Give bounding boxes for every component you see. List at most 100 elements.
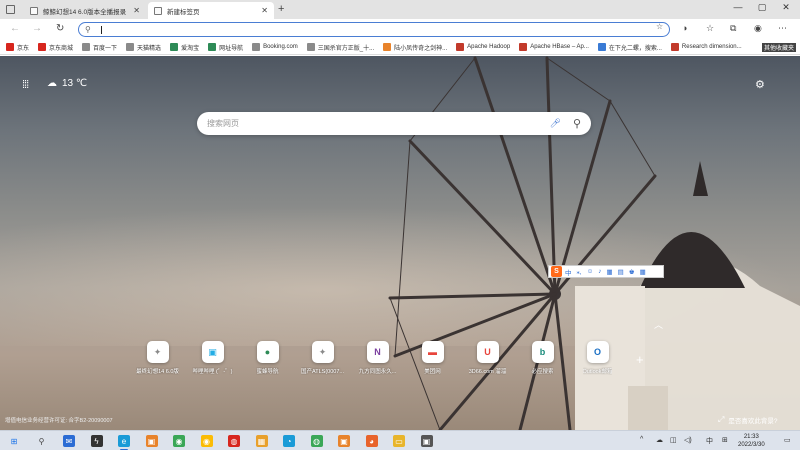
quick-link-tile[interactable]: U 3D66.com 溜溜 [460,341,515,375]
background-feedback[interactable]: ⤢ 是否喜欢此背景? [718,415,778,425]
app-icon[interactable]: ϟ [90,435,103,447]
web-search-box[interactable]: 🎤︎ ⚲ [197,112,591,135]
profile-icon[interactable]: ◉ [754,23,762,34]
ime-tool-icon[interactable]: ♪ [598,268,601,275]
favorite-star-icon[interactable]: ☆ [656,22,663,31]
qq-browser-icon[interactable]: ◔ [283,435,295,447]
other-favorites[interactable]: 其他收藏夹 [761,43,796,52]
bookmark-item[interactable]: 网址导航 [208,43,243,52]
new-tab-plus-icon[interactable]: + [278,3,284,15]
quick-link-tile[interactable]: N 九方同图永久... [350,341,405,375]
weibo-icon[interactable]: ◍ [228,435,240,447]
collections-icon[interactable]: ⧉ [730,23,736,34]
bookmark-item[interactable]: 百度一下 [82,43,117,52]
notifications-icon[interactable]: ▭ [784,436,791,444]
quick-link-tile[interactable]: ✦ 国产ATLS(0007... [295,341,350,375]
web-search-input[interactable] [207,119,550,128]
search-submit-icon[interactable]: ⚲ [573,117,581,130]
bookmark-item[interactable]: 爱淘宝 [170,43,199,52]
extension-icon[interactable]: ◑ [682,23,687,33]
volume-icon[interactable]: ◁) [684,436,692,444]
bookmark-item[interactable]: Booking.com [252,43,298,51]
add-quick-link-icon[interactable]: + [636,352,644,367]
forward-arrow-icon[interactable]: → [32,23,42,34]
tab-actions-icon[interactable] [6,5,15,14]
network-icon[interactable]: ◫ [670,436,677,444]
address-bar[interactable]: ⚲ [78,22,670,37]
tab-ff14[interactable]: 鲸鲸幻想14 6.0版本全播报录 ✕ [24,2,146,19]
bookmark-label: 天猫精选 [137,45,162,52]
bookmark-item[interactable]: 在下允二螺，搜索... [597,43,662,52]
app2-icon[interactable]: ▣ [420,435,433,447]
back-arrow-icon[interactable]: ← [10,23,20,34]
system-clock[interactable]: 21:33 2022/3/30 [738,433,765,449]
more-menu-icon[interactable]: ⋯ [778,23,787,34]
ime-tool-icon[interactable]: ⁎, [577,268,582,276]
search-icon[interactable]: ⚲ [36,435,48,447]
bookmark-item[interactable]: Apache Hadoop [456,43,510,51]
bookmark-favicon-icon [456,43,465,51]
bookmark-item[interactable]: Research dimension... [670,43,742,51]
apps-grid-icon[interactable]: ⁞⁞⁞ [22,79,29,91]
bookmark-item[interactable]: 京东商城 [38,43,73,52]
wechat-icon[interactable]: ◍ [310,435,323,447]
page-favicon-icon [154,6,162,15]
input-language[interactable]: 中 [706,436,713,446]
ime-mode-icon[interactable]: ⊞ [722,436,728,444]
license-text[interactable]: 增值电信业务经营许可证: 合字B2-20090007 [5,416,113,424]
mail-icon[interactable]: ✉ [63,435,75,447]
sogou-logo-icon[interactable]: S [551,266,562,277]
close-window-icon[interactable]: ✕ [776,2,796,13]
ime-tool-icon[interactable]: 中 [565,267,572,277]
chevron-up-icon[interactable]: ︿ [654,318,663,331]
bookmark-item[interactable]: 三国杀官方正版_十... [306,43,375,52]
chrome-icon[interactable]: ◉ [173,435,185,447]
bookmark-label: 三国杀官方正版_十... [317,45,375,52]
ime-tool-icon[interactable]: ▦ [640,268,646,276]
bookmark-item[interactable]: 京东 [6,43,29,52]
bookmark-label: 在下允二螺，搜索... [608,45,662,52]
quick-link-icon: O [586,341,609,363]
minimize-icon[interactable]: — [728,2,748,12]
onedrive-icon[interactable]: ☁ [656,436,663,444]
quick-link-tile[interactable]: ✦ 最终幻想14 6.0版 [130,341,185,375]
ime-tool-icon[interactable]: ▤ [618,268,624,276]
start-icon[interactable]: ⊞ [8,435,20,447]
files-icon[interactable]: ▭ [393,435,405,447]
firefox-icon[interactable]: ◕ [365,435,378,447]
favorites-icon[interactable]: ☆ [706,23,714,34]
quick-link-tile[interactable]: b 必应搜索 [515,341,570,375]
tab-label: 新建标签页 [167,8,200,16]
refresh-icon[interactable]: ↻ [56,23,64,34]
game2-icon[interactable]: ▣ [338,435,350,447]
bookmark-item[interactable]: 陆小凤传奇之剑神... [383,43,447,52]
tab-close-icon[interactable]: ✕ [133,6,140,15]
bookmark-favicon-icon [519,43,528,51]
quick-link-label: 必应搜索 [531,369,554,375]
quick-link-label: 3D66.com 溜溜 [468,369,507,375]
bookmark-favicon-icon [252,43,261,51]
chrome-alt-icon[interactable]: ◉ [200,435,213,447]
tray-expand-icon[interactable]: ^ [640,436,643,443]
page-settings-gear-icon[interactable]: ⚙ [755,78,765,91]
quick-link-icon: b [531,341,554,363]
tab-close-icon[interactable]: ✕ [261,6,268,15]
microphone-icon[interactable]: 🎤︎ [550,118,561,129]
ime-tool-icon[interactable]: ☺ [587,268,594,275]
tab-new-tab[interactable]: 新建标签页 ✕ [148,2,274,19]
maximize-icon[interactable]: ▢ [752,2,772,13]
bookmark-item[interactable]: Apache HBase – Ap... [519,43,589,51]
quick-link-tile[interactable]: ▣ 哔哩哔哩 (゜-゜) [185,341,240,375]
quick-link-tile[interactable]: ▬ 美团网 [405,341,460,375]
ime-tool-icon[interactable]: ▦ [606,268,612,276]
game-icon[interactable]: ▣ [145,435,158,447]
ime-tool-icon[interactable]: ♚ [629,268,635,276]
new-tab-page: ⁞⁞⁞ ☁ 13 ℃ ⚙ 🎤︎ ⚲ S 中 ⁎, ☺ ♪ ▦ ▤ ♚ ▦ ︿ ✦ 最终幻想14 … [0,56,800,430]
bookmark-item[interactable]: 天猫精选 [126,43,161,52]
edge-icon[interactable]: e [118,435,130,450]
weather-widget[interactable]: ☁ 13 ℃ [47,78,87,89]
quick-link-tile[interactable]: ● 蜜蜂导航 [240,341,295,375]
quick-link-tile[interactable]: O Outlook邮箱 [570,341,625,375]
photos-icon[interactable]: ▦ [255,435,268,447]
ime-toolbar: S 中 ⁎, ☺ ♪ ▦ ▤ ♚ ▦ [548,265,664,278]
